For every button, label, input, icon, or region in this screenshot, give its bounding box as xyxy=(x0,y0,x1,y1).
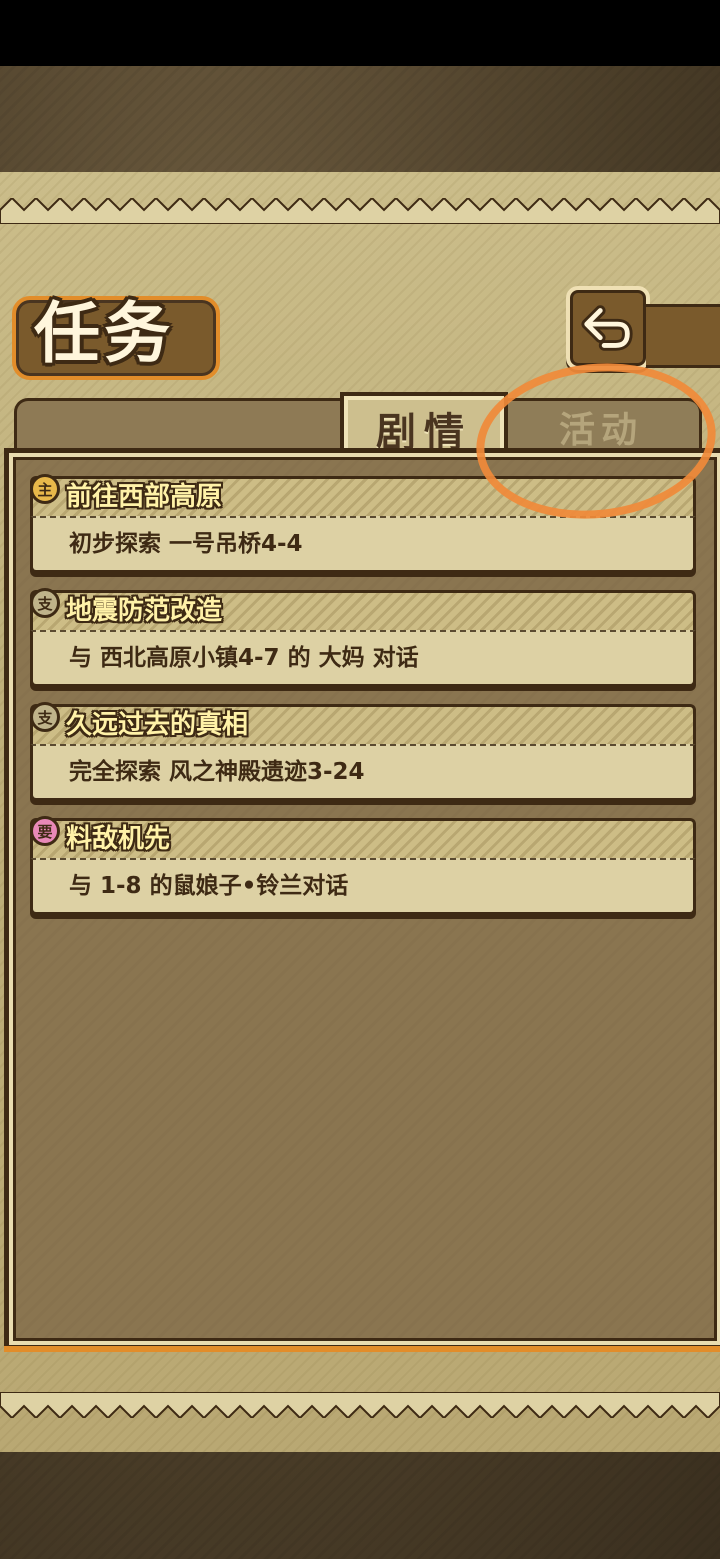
back-button[interactable] xyxy=(566,286,650,370)
quest-title: 地震防范改造 xyxy=(66,596,223,626)
quest-description: 与 西北高原小镇4-7 的 大妈 对话 xyxy=(69,645,419,671)
quest-description: 与 1-8 的鼠娘子•铃兰对话 xyxy=(69,873,349,899)
quest-body: 完全探索 风之神殿遗迹3-24 xyxy=(30,744,696,801)
quest-item[interactable]: 支 地震防范改造 与 西北高原小镇4-7 的 大妈 对话 xyxy=(30,588,696,700)
quest-title: 前往西部高原 xyxy=(66,482,223,512)
tab-strip xyxy=(14,398,356,453)
quest-description: 初步探索 一号吊桥4-4 xyxy=(69,531,303,557)
special-quest-icon: 要 xyxy=(30,816,60,846)
quest-item[interactable]: 要 料敌机先 与 1-8 的鼠娘子•铃兰对话 xyxy=(30,816,696,928)
quest-body: 与 1-8 的鼠娘子•铃兰对话 xyxy=(30,858,696,915)
quest-body: 与 西北高原小镇4-7 的 大妈 对话 xyxy=(30,630,696,687)
side-quest-icon: 支 xyxy=(30,588,60,618)
side-quest-icon: 支 xyxy=(30,702,60,732)
back-arrow-icon xyxy=(581,305,633,351)
page-title: 任务 xyxy=(34,294,174,372)
zigzag-edge-bottom xyxy=(0,1392,720,1418)
quest-title: 久远过去的真相 xyxy=(66,710,249,740)
quest-item[interactable]: 支 久远过去的真相 完全探索 风之神殿遗迹3-24 xyxy=(30,702,696,814)
main-quest-icon: 主 xyxy=(30,474,60,504)
zigzag-edge-top xyxy=(0,198,720,224)
panel-bottom-edge xyxy=(4,1346,720,1352)
back-button-rail xyxy=(646,304,720,368)
quest-body: 初步探索 一号吊桥4-4 xyxy=(30,516,696,573)
quest-description: 完全探索 风之神殿遗迹3-24 xyxy=(69,759,365,785)
quest-title: 料敌机先 xyxy=(66,824,171,854)
status-bar xyxy=(0,0,720,66)
